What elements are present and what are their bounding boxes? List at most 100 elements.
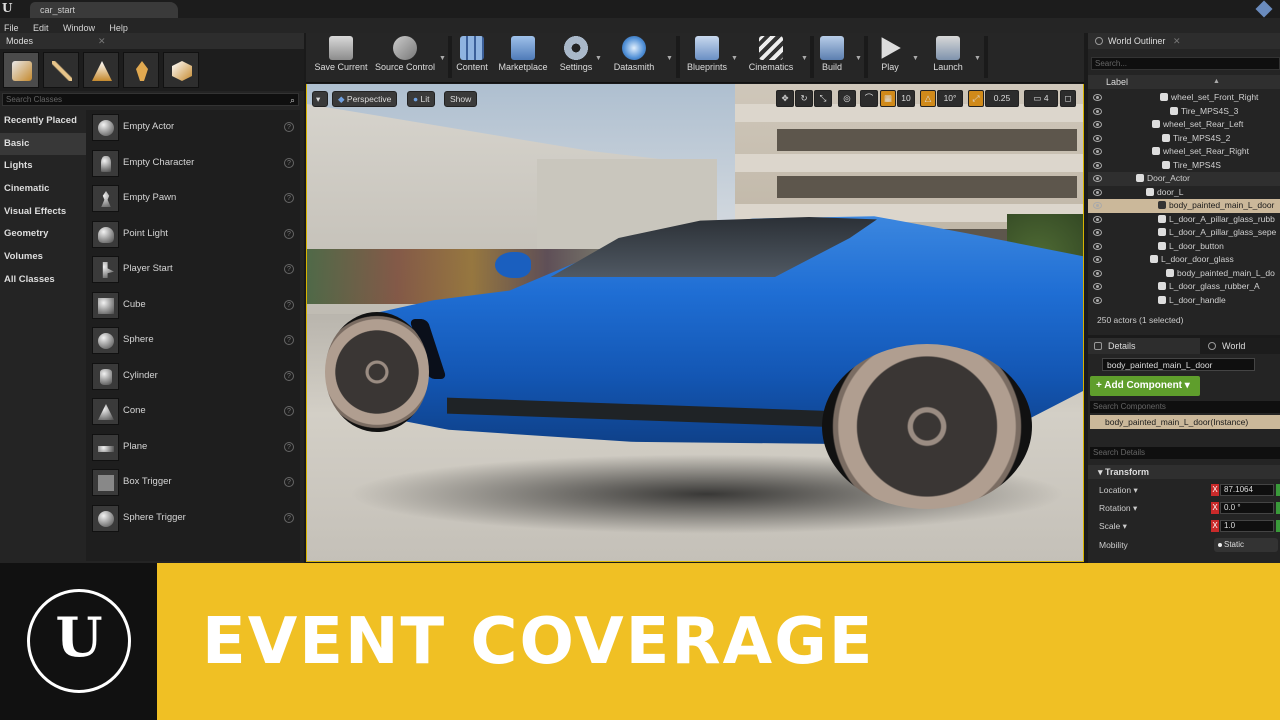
eye-icon[interactable] xyxy=(1093,283,1102,290)
eye-icon[interactable] xyxy=(1093,148,1102,155)
actor-player-start[interactable]: Player Start? xyxy=(86,252,300,288)
location-x-field[interactable]: 87.1064 xyxy=(1220,484,1274,496)
category-lights[interactable]: Lights xyxy=(0,155,86,178)
outliner-row[interactable]: wheel_set_Front_Right xyxy=(1088,91,1280,105)
help-icon[interactable]: ? xyxy=(284,299,294,310)
close-icon[interactable]: ✕ xyxy=(98,33,106,49)
actor-sphere-trigger[interactable]: Sphere Trigger? xyxy=(86,501,300,537)
eye-icon[interactable] xyxy=(1093,107,1102,115)
save-current-button[interactable]: Save Current xyxy=(310,36,372,82)
help-icon[interactable]: ? xyxy=(284,264,294,274)
actor-box-trigger[interactable]: Box Trigger? xyxy=(86,465,300,501)
search-components-input[interactable]: Search Components xyxy=(1090,401,1280,413)
location-label[interactable]: Location ▾ xyxy=(1099,485,1138,496)
actor-empty-actor[interactable]: Empty Actor? xyxy=(86,110,300,146)
add-component-button[interactable]: + Add Component ▾ xyxy=(1090,376,1200,396)
eye-icon[interactable] xyxy=(1093,215,1102,223)
outliner-row[interactable]: door_L xyxy=(1088,186,1280,200)
show-button[interactable]: Show xyxy=(444,91,478,107)
source-control-button[interactable]: Source Control xyxy=(372,36,438,82)
translate-icon[interactable]: ✥ xyxy=(776,90,794,107)
perspective-button[interactable]: ◆ Perspective xyxy=(332,91,398,107)
outliner-row[interactable]: L_door_A_pillar_glass_rubb xyxy=(1088,213,1280,227)
rotation-label[interactable]: Rotation ▾ xyxy=(1099,503,1137,514)
outliner-row[interactable]: L_door_A_pillar_glass_sepe xyxy=(1088,226,1280,240)
help-icon[interactable]: ? xyxy=(284,406,294,416)
scale-snap-value[interactable]: 0.25 xyxy=(985,90,1019,107)
grid-snap-value[interactable]: 10 xyxy=(897,90,915,107)
help-icon[interactable]: ? xyxy=(284,122,294,132)
help-icon[interactable]: ? xyxy=(284,441,294,452)
geometry-mode-icon[interactable] xyxy=(163,52,199,88)
scale-icon[interactable]: ⤡ xyxy=(814,90,832,107)
play-button[interactable]: Play xyxy=(872,36,908,82)
category-volumes[interactable]: Volumes xyxy=(0,246,86,269)
outliner-row[interactable]: Tire_MPS4S_3 xyxy=(1088,105,1280,119)
search-classes-input[interactable]: Search Classes ⌕ xyxy=(2,93,299,106)
object-name-field[interactable]: body_painted_main_L_door xyxy=(1102,358,1255,371)
foliage-mode-icon[interactable] xyxy=(123,52,159,88)
help-icon[interactable]: ? xyxy=(284,157,294,168)
eye-icon[interactable] xyxy=(1093,188,1102,196)
scale-snap-icon[interactable]: ⤢ xyxy=(968,90,984,107)
outliner-row[interactable]: Tire_MPS4S_2 xyxy=(1088,132,1280,146)
place-mode-icon[interactable] xyxy=(3,52,39,88)
rotation-snap-icon[interactable]: △ xyxy=(920,90,936,107)
eye-icon[interactable] xyxy=(1093,202,1102,209)
surface-snap-icon[interactable]: ⌒ xyxy=(860,90,878,107)
blueprints-button[interactable]: Blueprints xyxy=(684,36,730,82)
category-visual-effects[interactable]: Visual Effects xyxy=(0,201,86,224)
outliner-row-selected[interactable]: body_painted_main_L_door xyxy=(1088,199,1280,213)
category-recently-placed[interactable]: Recently Placed xyxy=(0,110,86,133)
landscape-mode-icon[interactable] xyxy=(83,52,119,88)
launch-button[interactable]: Launch xyxy=(928,36,968,82)
actor-cylinder[interactable]: Cylinder? xyxy=(86,359,300,395)
help-icon[interactable]: ? xyxy=(284,477,294,487)
actor-empty-character[interactable]: Empty Character? xyxy=(86,146,300,182)
eye-icon[interactable] xyxy=(1093,296,1102,304)
chevron-down-icon[interactable]: ▼ xyxy=(974,55,981,62)
actor-sphere[interactable]: Sphere? xyxy=(86,323,300,359)
help-icon[interactable] xyxy=(1255,0,1273,18)
scale-x-field[interactable]: 1.0 xyxy=(1220,520,1274,532)
eye-icon[interactable] xyxy=(1093,134,1102,142)
help-icon[interactable]: ? xyxy=(284,228,294,239)
scale-label[interactable]: Scale ▾ xyxy=(1099,521,1127,532)
category-all-classes[interactable]: All Classes xyxy=(0,269,86,292)
outliner-row[interactable]: L_door_button xyxy=(1088,240,1280,254)
outliner-row[interactable]: L_door_glass_rubber_A xyxy=(1088,280,1280,294)
maximize-viewport-icon[interactable]: ◻ xyxy=(1060,90,1076,107)
outliner-search-input[interactable]: Search... xyxy=(1091,57,1280,70)
category-geometry[interactable]: Geometry xyxy=(0,223,86,246)
eye-icon[interactable] xyxy=(1093,121,1102,128)
outliner-row[interactable]: wheel_set_Rear_Left xyxy=(1088,118,1280,132)
level-viewport[interactable] xyxy=(306,84,1084,562)
chevron-down-icon[interactable]: ▼ xyxy=(666,55,673,62)
outliner-row[interactable]: Tire_MPS4S xyxy=(1088,159,1280,173)
search-details-input[interactable]: Search Details xyxy=(1090,447,1280,459)
help-icon[interactable]: ? xyxy=(284,512,294,523)
datasmith-button[interactable]: Datasmith xyxy=(608,36,660,82)
actor-cube[interactable]: Cube? xyxy=(86,288,300,324)
marketplace-button[interactable]: Marketplace xyxy=(496,36,550,82)
actor-plane[interactable]: Plane? xyxy=(86,430,300,466)
eye-icon[interactable] xyxy=(1093,242,1102,250)
paint-mode-icon[interactable] xyxy=(43,52,79,88)
build-button[interactable]: Build xyxy=(816,36,848,82)
chevron-down-icon[interactable]: ▼ xyxy=(912,55,919,62)
grid-snap-icon[interactable]: ▦ xyxy=(880,90,896,107)
mobility-static-toggle[interactable]: Static xyxy=(1214,538,1278,552)
tab-details[interactable]: Details xyxy=(1088,338,1200,354)
cinematics-button[interactable]: Cinematics xyxy=(744,36,798,82)
help-icon[interactable]: ? xyxy=(284,335,294,345)
outliner-row[interactable]: L_door_door_glass xyxy=(1088,253,1280,267)
eye-icon[interactable] xyxy=(1093,175,1102,182)
settings-button[interactable]: Settings xyxy=(556,36,596,82)
chevron-down-icon[interactable]: ▼ xyxy=(801,55,808,62)
actor-point-light[interactable]: Point Light? xyxy=(86,217,300,253)
chevron-down-icon[interactable]: ▼ xyxy=(439,55,446,62)
chevron-down-icon[interactable]: ▼ xyxy=(731,55,738,62)
outliner-row[interactable]: wheel_set_Rear_Right xyxy=(1088,145,1280,159)
level-tab[interactable]: car_start xyxy=(30,2,178,18)
camera-speed-button[interactable]: ▭ 4 xyxy=(1024,90,1058,107)
